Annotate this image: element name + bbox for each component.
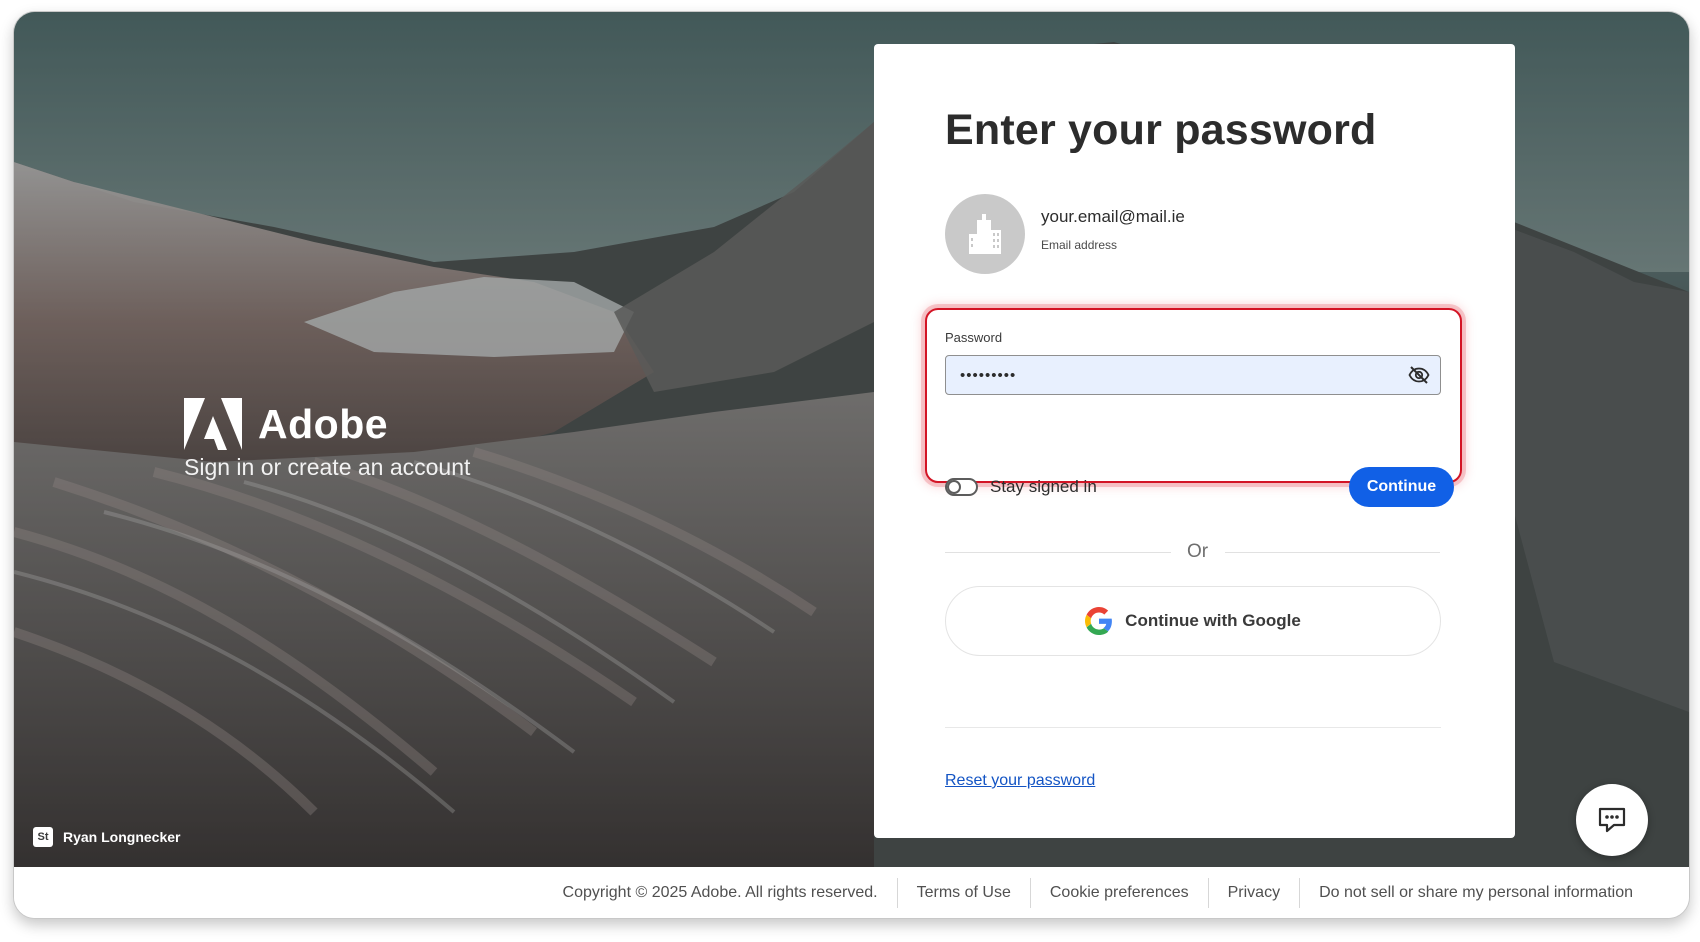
brand-name: Adobe — [258, 400, 389, 447]
photo-credit: St Ryan Longnecker — [33, 827, 180, 847]
google-button-label: Continue with Google — [1125, 611, 1301, 630]
show-password-button[interactable] — [1402, 358, 1436, 392]
password-label: Password — [945, 330, 1003, 345]
stay-signed-in-label: Stay signed in — [990, 477, 1097, 496]
browser-window: Adobe Sign in or create an account St Ry… — [13, 11, 1690, 919]
continue-button[interactable]: Continue — [1349, 467, 1454, 507]
or-separator: Or — [1187, 541, 1209, 562]
page-title: Enter your password — [945, 106, 1377, 154]
account-email: your.email@mail.ie — [1041, 207, 1185, 226]
avatar — [945, 194, 1025, 274]
stock-badge-icon: St — [33, 827, 53, 847]
photo-credit-name: Ryan Longnecker — [63, 829, 181, 845]
divider-right — [1225, 552, 1440, 553]
stay-signed-in-toggle[interactable] — [945, 478, 978, 496]
account-email-label: Email address — [1041, 238, 1118, 252]
adobe-logo-icon — [184, 398, 242, 450]
brand-tagline: Sign in or create an account — [184, 454, 471, 480]
reset-password-link[interactable]: Reset your password — [945, 772, 1095, 790]
sign-in-card: Enter your password your.email@mail.ie E… — [874, 44, 1515, 838]
focus-highlight — [925, 308, 1462, 483]
building-icon — [969, 214, 1001, 254]
footer-do-not-sell-link[interactable]: Do not sell or share my personal informa… — [1300, 884, 1652, 902]
password-value: ••••••••• — [960, 366, 1017, 384]
footer-terms-link[interactable]: Terms of Use — [898, 884, 1030, 902]
brand-block: Adobe Sign in or create an account — [184, 398, 470, 481]
google-g-icon — [1085, 607, 1113, 635]
divider-left — [945, 552, 1171, 553]
footer-cookie-link[interactable]: Cookie preferences — [1031, 884, 1208, 902]
chat-bubble-icon — [1598, 807, 1626, 833]
card-divider — [945, 727, 1441, 728]
toggle-knob — [947, 480, 961, 494]
footer-copyright: Copyright © 2025 Adobe. All rights reser… — [562, 883, 878, 901]
continue-with-google-button[interactable]: Continue with Google — [945, 586, 1441, 656]
footer-privacy-link[interactable]: Privacy — [1209, 884, 1299, 902]
password-field[interactable]: ••••••••• — [945, 355, 1441, 395]
footer: Copyright © 2025 Adobe. All rights reser… — [14, 867, 1689, 918]
chat-button[interactable] — [1576, 784, 1648, 856]
eye-slash-icon — [1408, 366, 1430, 384]
